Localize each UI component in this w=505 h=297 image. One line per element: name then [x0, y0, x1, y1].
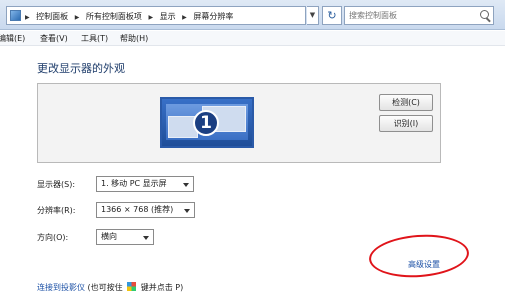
address-dropdown-icon[interactable]: ▼	[307, 6, 319, 25]
monitor-number-badge: 1	[193, 110, 219, 136]
hint-text-after: 键并点击 P)	[140, 283, 184, 292]
chevron-right-icon[interactable]: ▶	[25, 14, 30, 21]
monitor-screen: 1	[166, 104, 248, 140]
detect-button[interactable]: 检测(C)	[379, 94, 433, 111]
display-select-value: 1. 移动 PC 显示屏	[101, 179, 167, 188]
address-bar: ▶ 控制面板 ▶ 所有控制面板项 ▶ 显示 ▶ 屏幕分辨率 ▼ ↻	[0, 0, 505, 30]
search-box[interactable]	[344, 6, 494, 25]
resolution-select-value: 1366 × 768 (推荐)	[101, 205, 174, 214]
advanced-settings-link[interactable]: 高级设置	[408, 259, 440, 270]
breadcrumb-display[interactable]: 显示	[160, 11, 176, 22]
connect-projector-link[interactable]: 连接到投影仪	[37, 283, 85, 292]
identify-button[interactable]: 识别(I)	[379, 115, 433, 132]
annotation-circle	[367, 231, 471, 281]
menu-tools[interactable]: 工具(T)	[81, 33, 108, 44]
search-input[interactable]	[345, 7, 475, 24]
display-select[interactable]: 1. 移动 PC 显示屏	[96, 176, 194, 192]
footer-hint: 连接到投影仪 (也可按住 键并点击 P)	[37, 282, 183, 293]
chevron-down-icon	[183, 183, 189, 187]
monitor-graphic[interactable]: 1	[160, 97, 254, 148]
page-title: 更改显示器的外观	[37, 62, 125, 75]
chevron-down-icon	[143, 236, 149, 240]
breadcrumb[interactable]: ▶ 控制面板 ▶ 所有控制面板项 ▶ 显示 ▶ 屏幕分辨率	[6, 6, 306, 25]
refresh-icon[interactable]: ↻	[322, 6, 342, 25]
control-panel-icon	[10, 10, 21, 21]
windows-logo-icon	[127, 282, 137, 291]
orientation-select[interactable]: 横向	[96, 229, 154, 245]
menu-bar: 编辑(E) 查看(V) 工具(T) 帮助(H)	[0, 31, 505, 46]
breadcrumb-control-panel[interactable]: 控制面板	[36, 11, 68, 22]
orientation-label: 方向(O):	[37, 233, 69, 242]
resolution-label: 分辨率(R):	[37, 206, 76, 215]
breadcrumb-all-items[interactable]: 所有控制面板项	[86, 11, 142, 22]
search-icon[interactable]	[480, 10, 489, 19]
menu-help[interactable]: 帮助(H)	[120, 33, 148, 44]
resolution-select[interactable]: 1366 × 768 (推荐)	[96, 202, 195, 218]
chevron-right-icon[interactable]: ▶	[182, 14, 187, 21]
chevron-right-icon[interactable]: ▶	[148, 14, 153, 21]
breadcrumb-screen-resolution[interactable]: 屏幕分辨率	[193, 11, 233, 22]
chevron-right-icon[interactable]: ▶	[75, 14, 80, 21]
orientation-select-value: 横向	[101, 232, 117, 241]
menu-view[interactable]: 查看(V)	[40, 33, 68, 44]
display-label: 显示器(S):	[37, 180, 76, 189]
hint-text-before: (也可按住	[87, 283, 123, 292]
chevron-down-icon	[184, 209, 190, 213]
menu-edit[interactable]: 编辑(E)	[0, 33, 25, 44]
